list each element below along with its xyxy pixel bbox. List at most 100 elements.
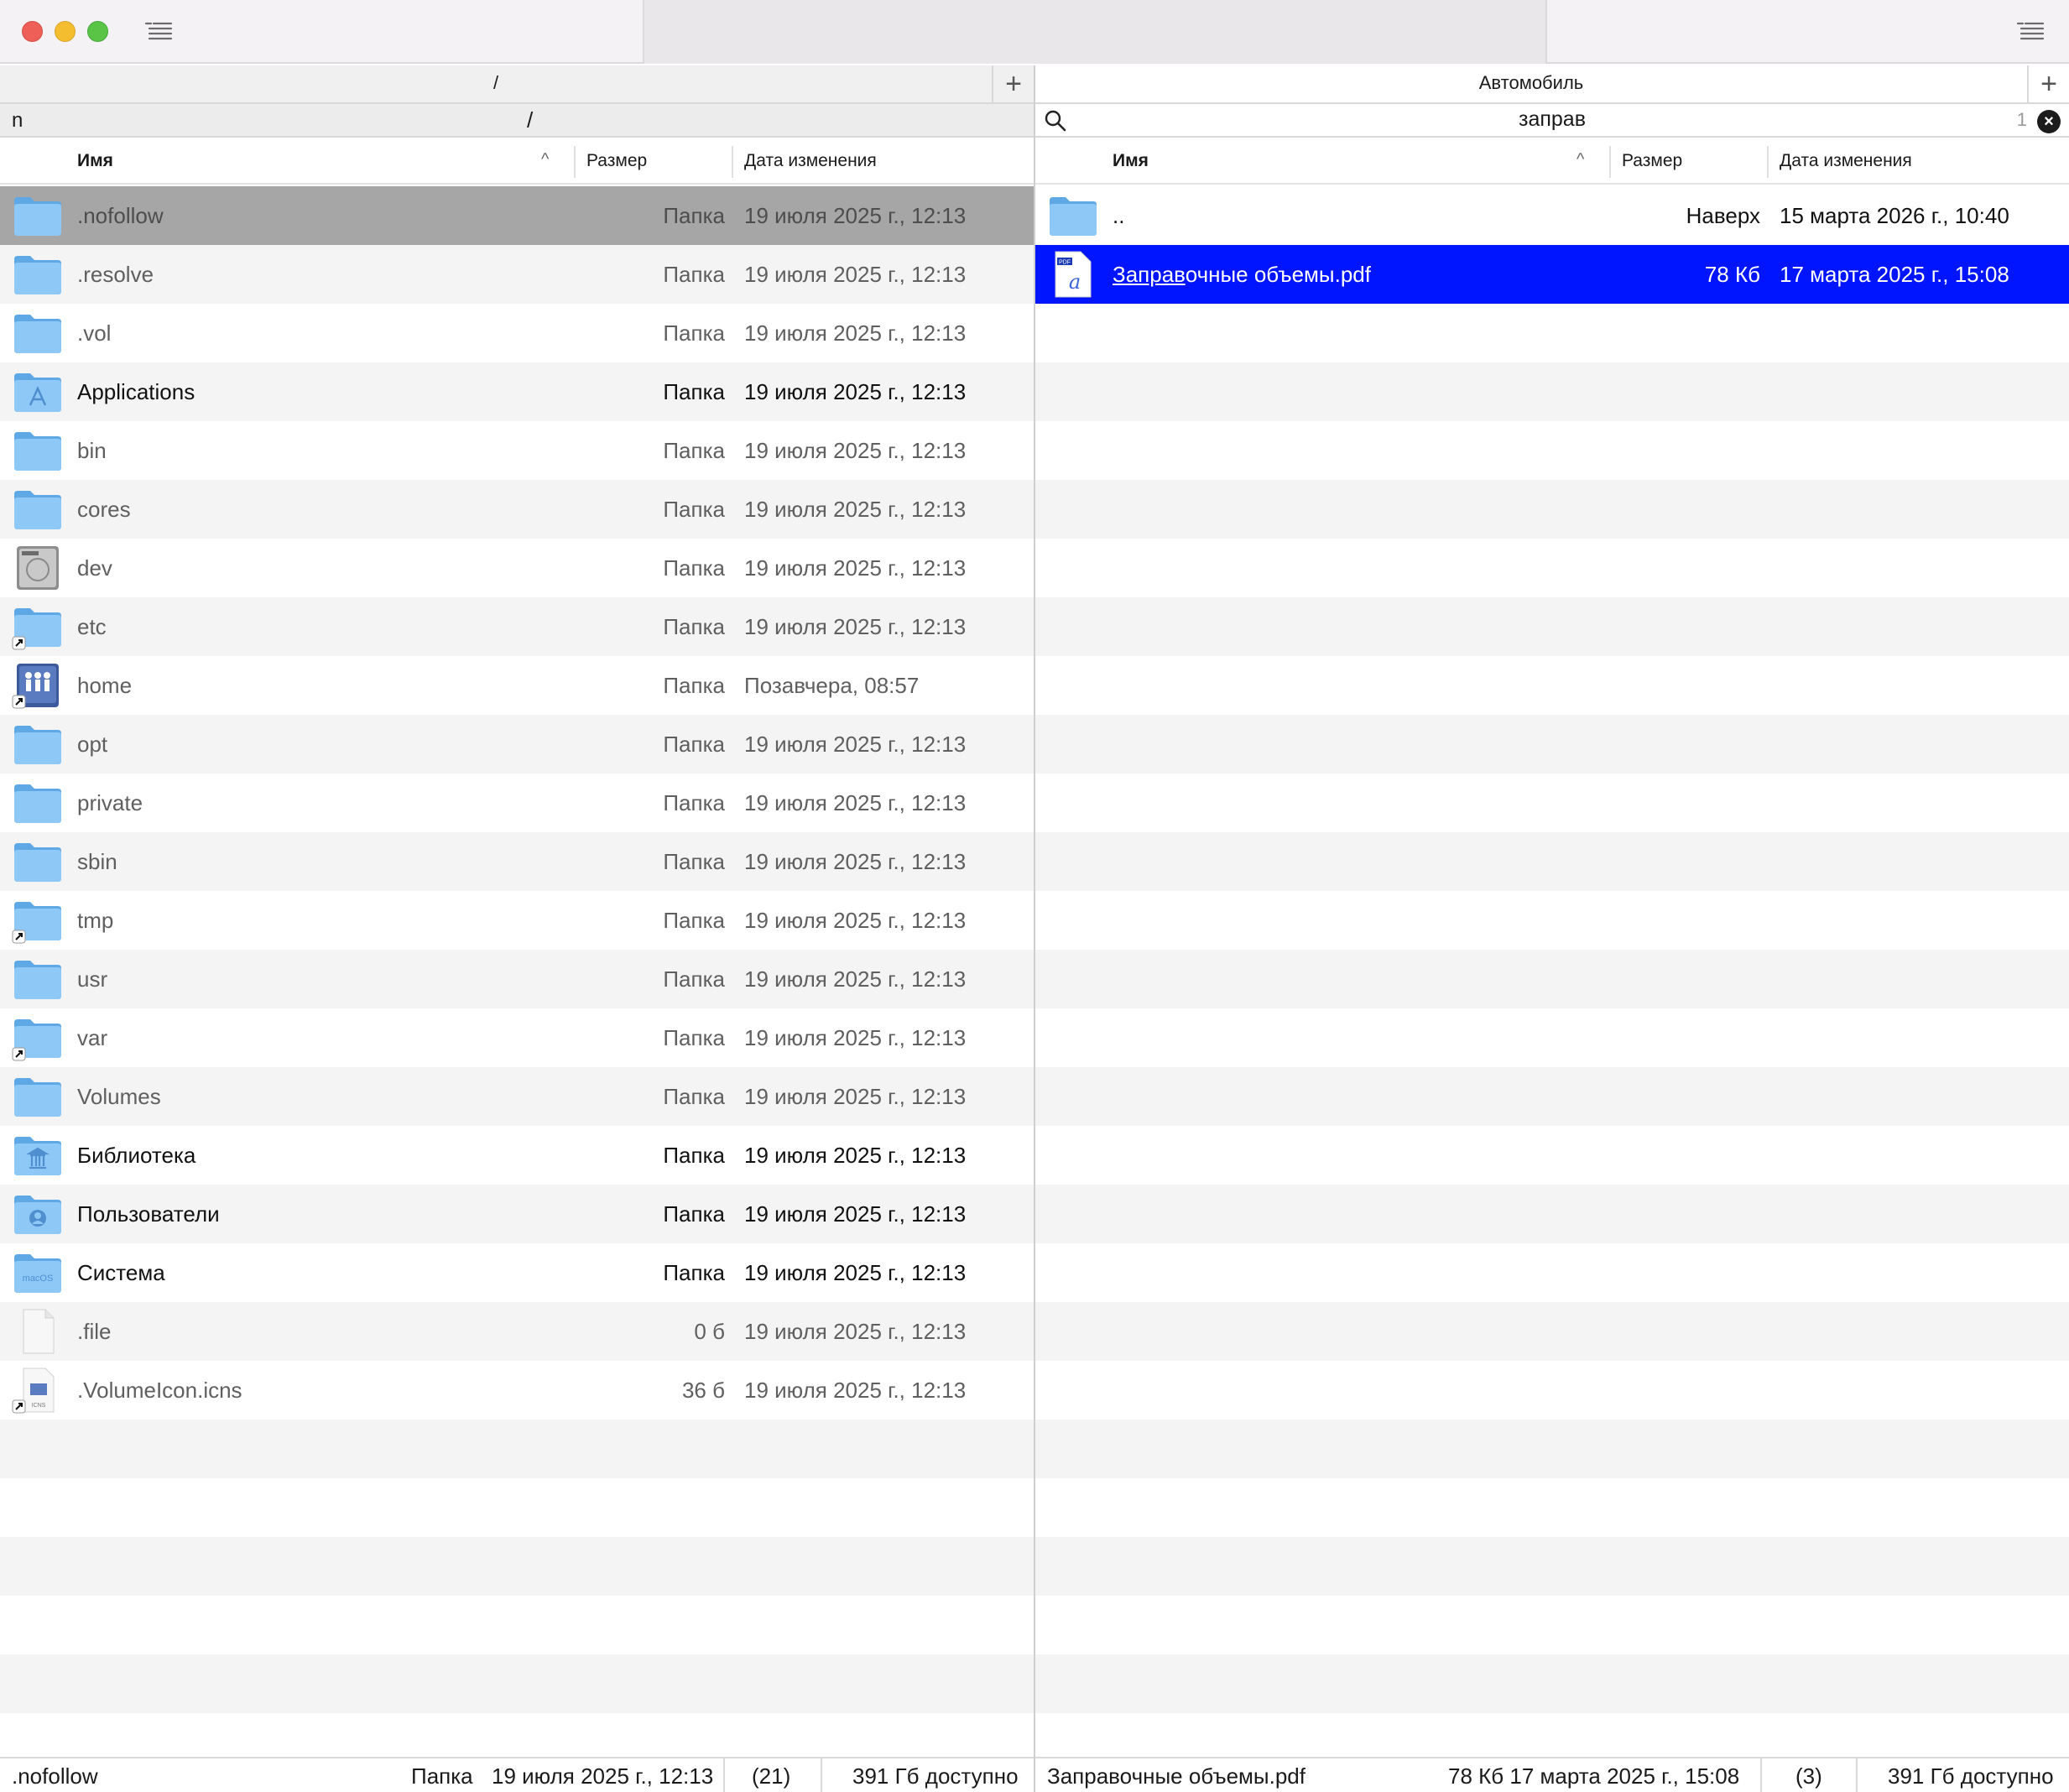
folder-alias-icon xyxy=(12,897,64,944)
close-window-button[interactable] xyxy=(22,21,43,42)
file-size: Папка xyxy=(663,732,725,757)
empty-row xyxy=(1035,362,2069,421)
column-separator[interactable] xyxy=(1767,146,1769,178)
file-date: 19 июля 2025 г., 12:13 xyxy=(744,379,967,404)
file-row[interactable]: .nofollow Папка 19 июля 2025 г., 12:13 xyxy=(0,186,1034,245)
zoom-window-button[interactable] xyxy=(87,21,108,42)
file-name: usr xyxy=(77,966,108,992)
search-match-count: 1 xyxy=(2016,109,2027,130)
empty-row xyxy=(1035,421,2069,480)
file-size: Папка xyxy=(663,262,725,287)
right-column-name[interactable]: Имя xyxy=(1113,151,1149,171)
network-users-icon xyxy=(12,662,64,709)
file-row[interactable]: .vol Папка 19 июля 2025 г., 12:13 xyxy=(0,304,1034,362)
right-status-count: (3) xyxy=(1795,1763,1822,1789)
column-separator[interactable] xyxy=(732,146,733,178)
minimize-window-button[interactable] xyxy=(55,21,76,42)
file-row[interactable]: PDF a Заправочные объемы.pdf 78 Кб 17 марта … xyxy=(1035,245,2069,304)
file-date: 19 июля 2025 г., 12:13 xyxy=(744,555,967,581)
file-name: Пользователи xyxy=(77,1201,220,1227)
sort-ascending-icon[interactable]: ^ xyxy=(1577,150,1584,169)
column-separator[interactable] xyxy=(1609,146,1611,178)
left-filter-bar[interactable]: n / xyxy=(0,104,1034,138)
window-tab-area[interactable] xyxy=(643,0,1547,64)
file-row[interactable]: usr Папка 19 июля 2025 г., 12:13 xyxy=(0,950,1034,1008)
file-name: bin xyxy=(77,438,107,463)
column-separator[interactable] xyxy=(574,146,576,178)
folder-alias-icon xyxy=(12,1014,64,1061)
right-column-size[interactable]: Размер xyxy=(1622,151,1682,171)
left-column-size[interactable]: Размер xyxy=(586,151,647,171)
empty-row xyxy=(1035,656,2069,715)
folder-icon xyxy=(1047,192,1099,239)
library-folder-icon xyxy=(12,1132,64,1179)
file-date: 19 июля 2025 г., 12:13 xyxy=(744,262,967,287)
empty-row xyxy=(1035,480,2069,539)
file-row[interactable]: .. Наверх 15 марта 2026 г., 10:40 xyxy=(1035,186,2069,245)
empty-row xyxy=(1035,715,2069,774)
file-size: Папка xyxy=(663,1260,725,1285)
right-path-tab[interactable]: Автомобиль + xyxy=(1035,65,2069,104)
svg-text:PDF: PDF xyxy=(1059,260,1071,266)
folder-icon xyxy=(12,251,64,298)
right-column-date[interactable]: Дата изменения xyxy=(1780,151,1912,171)
file-date: 19 июля 2025 г., 12:13 xyxy=(744,614,967,639)
right-search-bar[interactable]: заправ 1 × xyxy=(1035,104,2069,138)
file-name: cores xyxy=(77,497,131,522)
right-search-input[interactable]: заправ xyxy=(1035,107,2069,132)
empty-row xyxy=(0,1478,1034,1537)
file-date: 19 июля 2025 г., 12:13 xyxy=(744,438,967,463)
right-panel-menu-icon[interactable] xyxy=(2016,18,2045,44)
file-icon xyxy=(12,1308,64,1355)
file-size: Папка xyxy=(663,555,725,581)
file-row[interactable]: private Папка 19 июля 2025 г., 12:13 xyxy=(0,774,1034,832)
pdf-file-icon: PDF a xyxy=(1047,251,1099,298)
file-row[interactable]: var Папка 19 июля 2025 г., 12:13 xyxy=(0,1008,1034,1067)
sort-ascending-icon[interactable]: ^ xyxy=(541,150,549,169)
file-row[interactable]: .resolve Папка 19 июля 2025 г., 12:13 xyxy=(0,245,1034,304)
file-row[interactable]: macOS Система Папка 19 июля 2025 г., 12:13 xyxy=(0,1243,1034,1302)
status-separator xyxy=(1760,1758,1762,1792)
left-add-tab-button[interactable]: + xyxy=(992,65,1034,104)
left-column-name[interactable]: Имя xyxy=(77,151,113,171)
file-row[interactable]: Volumes Папка 19 июля 2025 г., 12:13 xyxy=(0,1067,1034,1126)
file-date: Позавчера, 08:57 xyxy=(744,673,920,698)
left-column-date[interactable]: Дата изменения xyxy=(744,151,877,171)
file-size: Папка xyxy=(663,1143,725,1168)
file-size: 0 б xyxy=(694,1319,725,1344)
file-row[interactable]: Библиотека Папка 19 июля 2025 г., 12:13 xyxy=(0,1126,1034,1185)
right-status-name: Заправочные объемы.pdf xyxy=(1047,1763,1306,1789)
file-row[interactable]: cores Папка 19 июля 2025 г., 12:13 xyxy=(0,480,1034,539)
right-add-tab-button[interactable]: + xyxy=(2027,65,2069,104)
left-path-tab[interactable]: / + xyxy=(0,65,1034,104)
file-row[interactable]: Applications Папка 19 июля 2025 г., 12:13 xyxy=(0,362,1034,421)
clear-search-icon[interactable]: × xyxy=(2037,110,2061,133)
file-row[interactable]: tmp Папка 19 июля 2025 г., 12:13 xyxy=(0,891,1034,950)
empty-row xyxy=(1035,1185,2069,1243)
left-panel-menu-icon[interactable] xyxy=(144,18,173,44)
right-status-size-date: 78 Кб 17 марта 2025 г., 15:08 xyxy=(1448,1763,1740,1789)
left-column-header: Имя ^ Размер Дата изменения xyxy=(0,139,1034,185)
file-row[interactable]: .file 0 б 19 июля 2025 г., 12:13 xyxy=(0,1302,1034,1361)
folder-icon xyxy=(12,192,64,239)
empty-row xyxy=(1035,1008,2069,1067)
file-row[interactable]: etc Папка 19 июля 2025 г., 12:13 xyxy=(0,597,1034,656)
file-date: 17 марта 2025 г., 15:08 xyxy=(1780,262,2009,287)
file-row[interactable]: sbin Папка 19 июля 2025 г., 12:13 xyxy=(0,832,1034,891)
svg-text:a: a xyxy=(1069,270,1081,294)
file-row[interactable]: ICNS .VolumeIcon.icns 36 б 19 июля 2025 г.,… xyxy=(0,1361,1034,1420)
file-name: Библиотека xyxy=(77,1143,196,1168)
file-name: Заправочные объемы.pdf xyxy=(1113,262,1371,288)
folder-icon xyxy=(12,486,64,533)
file-row[interactable]: Пользователи Папка 19 июля 2025 г., 12:13 xyxy=(0,1185,1034,1243)
file-date: 19 июля 2025 г., 12:13 xyxy=(744,1143,967,1168)
file-size: Папка xyxy=(663,379,725,404)
file-row[interactable]: bin Папка 19 июля 2025 г., 12:13 xyxy=(0,421,1034,480)
file-size: Папка xyxy=(663,320,725,346)
file-row[interactable]: dev Папка 19 июля 2025 г., 12:13 xyxy=(0,539,1034,597)
file-row[interactable]: opt Папка 19 июля 2025 г., 12:13 xyxy=(0,715,1034,774)
file-row[interactable]: home Папка Позавчера, 08:57 xyxy=(0,656,1034,715)
empty-row xyxy=(1035,539,2069,597)
file-size: Папка xyxy=(663,849,725,874)
left-filter-text[interactable]: n xyxy=(12,109,23,133)
